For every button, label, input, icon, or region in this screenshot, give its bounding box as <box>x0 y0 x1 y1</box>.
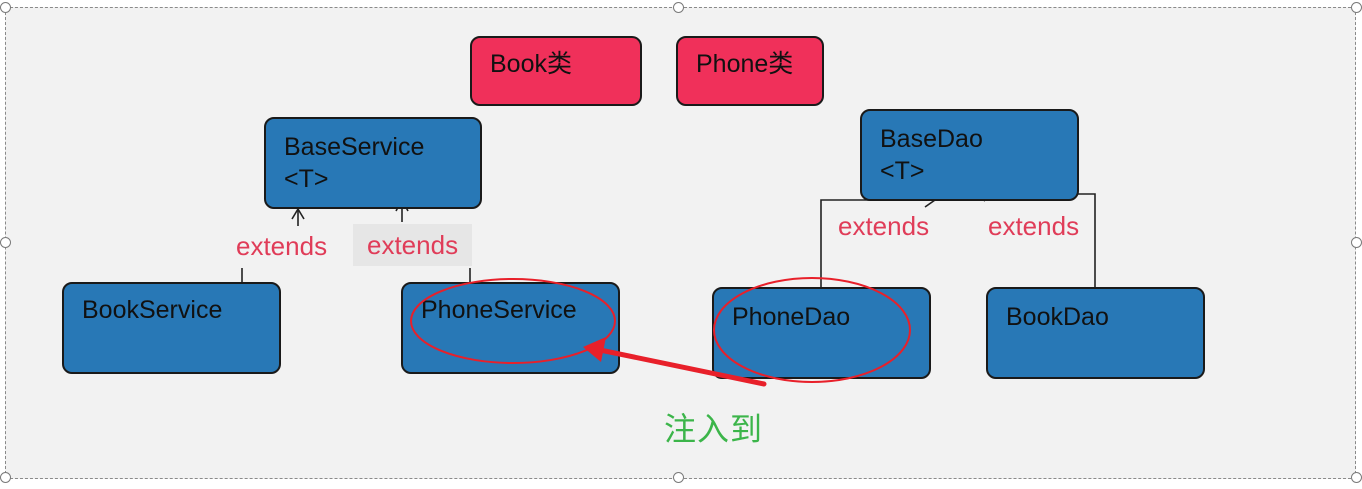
inject-annotation: 注入到 <box>664 411 764 447</box>
inject-arrow-shaft <box>597 347 767 387</box>
phone-dao-highlight-ellipse <box>713 277 911 383</box>
inject-arrowhead <box>583 337 606 362</box>
phone-service-highlight-ellipse <box>410 278 616 364</box>
